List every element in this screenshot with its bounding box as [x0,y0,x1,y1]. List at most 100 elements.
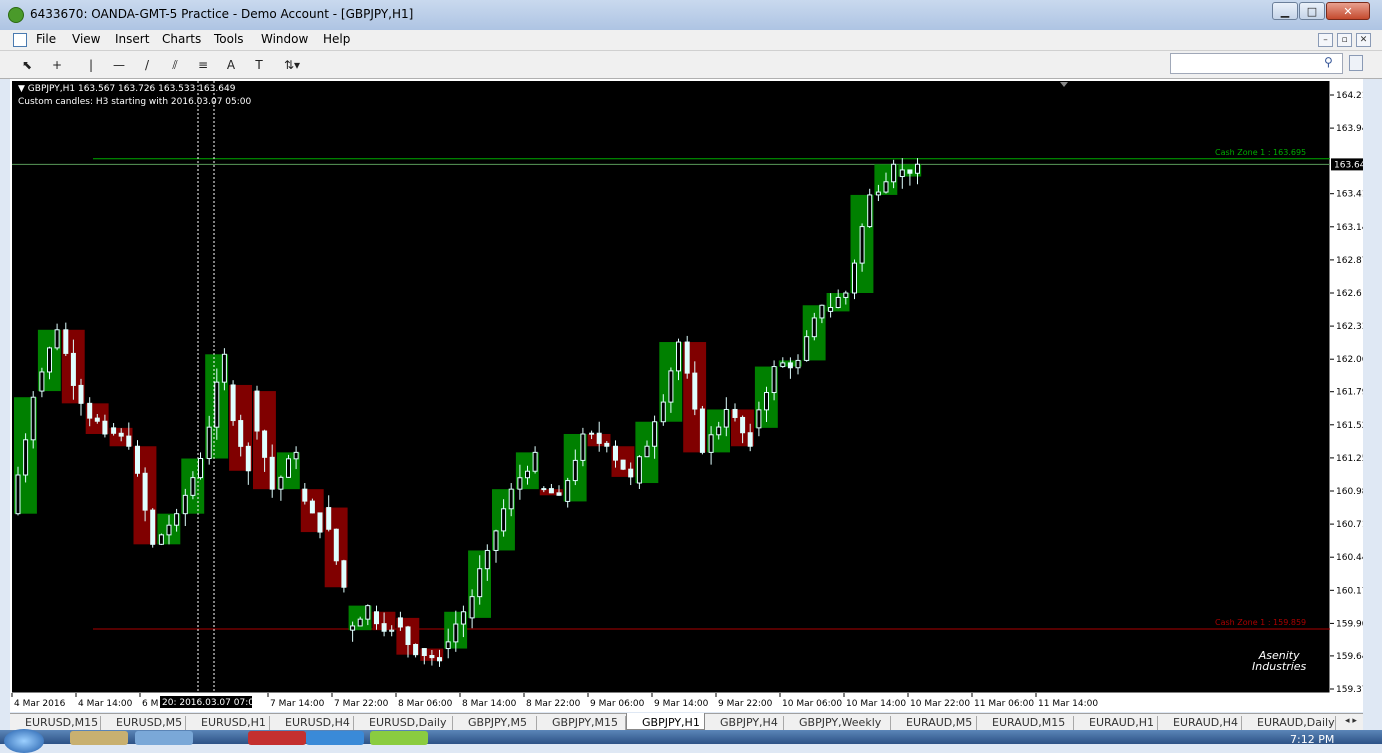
y-tick-label-11: 160.985 [1336,487,1363,497]
tab-euraud-h1[interactable]: EURAUD,H1 [1074,716,1158,730]
x-tick-label-15: 11 Mar 14:00 [1038,699,1098,709]
hourly-candle-32-1 [787,362,793,369]
menu-file[interactable]: File [36,32,56,46]
price-chart[interactable]: 164.215 163.945 163.41 163.14 162.87 162.6 162… [10,79,1363,712]
tab-eurusd-m5[interactable]: EURUSD,M5 [101,716,186,730]
y-tick-label-14: 160.175 [1336,586,1363,596]
menu-view[interactable]: View [72,32,100,46]
hourly-candle-25-1 [620,459,626,470]
menu-insert[interactable]: Insert [115,32,149,46]
tab-euraud-m15[interactable]: EURAUD,M15 [977,716,1074,730]
taskbar-browser-icon[interactable] [248,731,306,745]
chart-document-icon[interactable] [13,33,27,47]
hourly-candle-29-0 [708,434,714,453]
hourly-candle-22-1 [548,488,554,494]
hourly-candle-8-1 [214,381,220,428]
hourly-candle-17-0 [421,648,427,657]
taskbar-ie-icon[interactable] [306,731,364,745]
text-label-icon[interactable]: T [250,56,268,74]
horizontal-line-icon[interactable]: — [110,56,128,74]
minimize-button[interactable]: ▁ [1272,2,1298,20]
menu-charts[interactable]: Charts [162,32,201,46]
tab-euraud-m5[interactable]: EURAUD,M5 [891,716,977,730]
toolbar-options-button[interactable] [1349,55,1363,71]
hourly-candle-3-2 [102,420,108,435]
tab-gbpjpy-h1[interactable]: GBPJPY,H1 [626,713,705,730]
hourly-candle-11-2 [293,451,299,460]
hourly-candle-28-1 [692,372,698,410]
taskbar-folder-icon[interactable] [70,731,128,745]
hourly-candle-9-2 [245,445,251,472]
arrows-icon[interactable]: ⇅▾ [278,56,306,74]
y-tick-label-5: 162.6 [1336,289,1362,299]
hourly-candle-6-2 [174,513,180,526]
hourly-candle-30-1 [740,416,746,434]
tab-gbpjpy-m15[interactable]: GBPJPY,M15 [537,716,626,730]
taskbar-app-icon[interactable] [135,731,193,745]
start-button[interactable] [4,729,44,753]
metatrader-logo-icon [8,7,24,23]
hourly-candle-17-1 [429,655,435,659]
hourly-candle-14-2 [365,605,371,620]
mdi-minimize-button[interactable]: – [1318,33,1333,47]
cursor-icon[interactable]: ⬉ [18,56,36,74]
tab-eurusd-daily[interactable]: EURUSD,Daily [354,716,453,730]
mdi-restore-button[interactable]: ▫ [1337,33,1352,47]
mdi-close-button[interactable]: ✕ [1356,33,1371,47]
taskbar-metatrader-icon[interactable] [370,731,428,745]
y-tick-label-12: 160.715 [1336,520,1363,530]
tab-eurusd-h1[interactable]: EURUSD,H1 [186,716,270,730]
hourly-candle-7-1 [190,477,196,496]
hourly-candle-36-1 [883,181,889,193]
hourly-candle-31-0 [756,409,762,429]
hourly-candle-1-0 [39,371,45,392]
y-tick-label-15: 159.905 [1336,619,1363,629]
y-tick-label-13: 160.445 [1336,553,1363,563]
watermark-logo: Asenity Industries [1252,650,1306,672]
tab-eurusd-h4[interactable]: EURUSD,H4 [270,716,354,730]
chart-window[interactable]: 164.215 163.945 163.41 163.14 162.87 162.6 162… [10,79,1363,712]
hourly-candle-6-1 [166,524,172,536]
x-tick-label-12: 10 Mar 14:00 [846,699,906,709]
hourly-candle-12-0 [302,488,308,502]
hourly-candle-28-2 [699,408,705,453]
hourly-candle-21-2 [532,451,538,472]
hourly-candle-25-2 [628,468,634,478]
fibonacci-icon[interactable]: ≡ [194,56,212,74]
hourly-candle-20-1 [501,508,507,532]
symbol-ohlc: GBPJPY,H1 163.567 163.726 163.533 163.64… [27,84,236,94]
tab-scroll-arrows[interactable]: ◂ ▸ [1345,716,1365,730]
hourly-candle-3-0 [87,402,93,419]
close-button[interactable]: ✕ [1326,2,1370,20]
hourly-candle-24-0 [589,432,595,435]
search-input[interactable] [1170,53,1343,74]
search-icon[interactable]: ⚲ [1324,55,1333,69]
hourly-candle-4-1 [118,432,124,437]
hourly-candle-18-1 [453,623,459,643]
menu-tools[interactable]: Tools [214,32,244,46]
hourly-candle-27-2 [676,341,681,372]
hourly-candle-28-0 [684,341,690,374]
crosshair-icon[interactable]: + [48,56,66,74]
vertical-line-icon[interactable]: | [82,56,100,74]
hourly-candle-27-1 [668,370,674,403]
tab-euraud-daily[interactable]: EURAUD,Daily [1242,716,1336,730]
tab-eurusd-m15[interactable]: EURUSD,M15 [10,716,101,730]
tab-gbpjpy-weekly[interactable]: GBPJPY,Weekly [784,716,891,730]
x-tick-label-10: 9 Mar 22:00 [718,699,773,709]
tab-gbpjpy-m5[interactable]: GBPJPY,M5 [453,716,537,730]
menu-window[interactable]: Window [261,32,308,46]
maximize-button[interactable]: □ [1299,2,1325,20]
tab-gbpjpy-h4[interactable]: GBPJPY,H4 [705,716,784,730]
hourly-candle-1-2 [54,329,60,349]
trendline-icon[interactable]: / [138,56,156,74]
equidistant-channel-icon[interactable]: ⫽ [166,56,184,74]
x-tick-label-6: 8 Mar 14:00 [462,699,517,709]
hourly-candle-13-2 [341,560,347,588]
tab-euraud-h4[interactable]: EURAUD,H4 [1158,716,1242,730]
hourly-candle-29-1 [716,426,722,436]
x-tick-label-13: 10 Mar 22:00 [910,699,970,709]
text-icon[interactable]: A [222,56,240,74]
menu-help[interactable]: Help [323,32,350,46]
hourly-candle-19-0 [469,596,475,619]
